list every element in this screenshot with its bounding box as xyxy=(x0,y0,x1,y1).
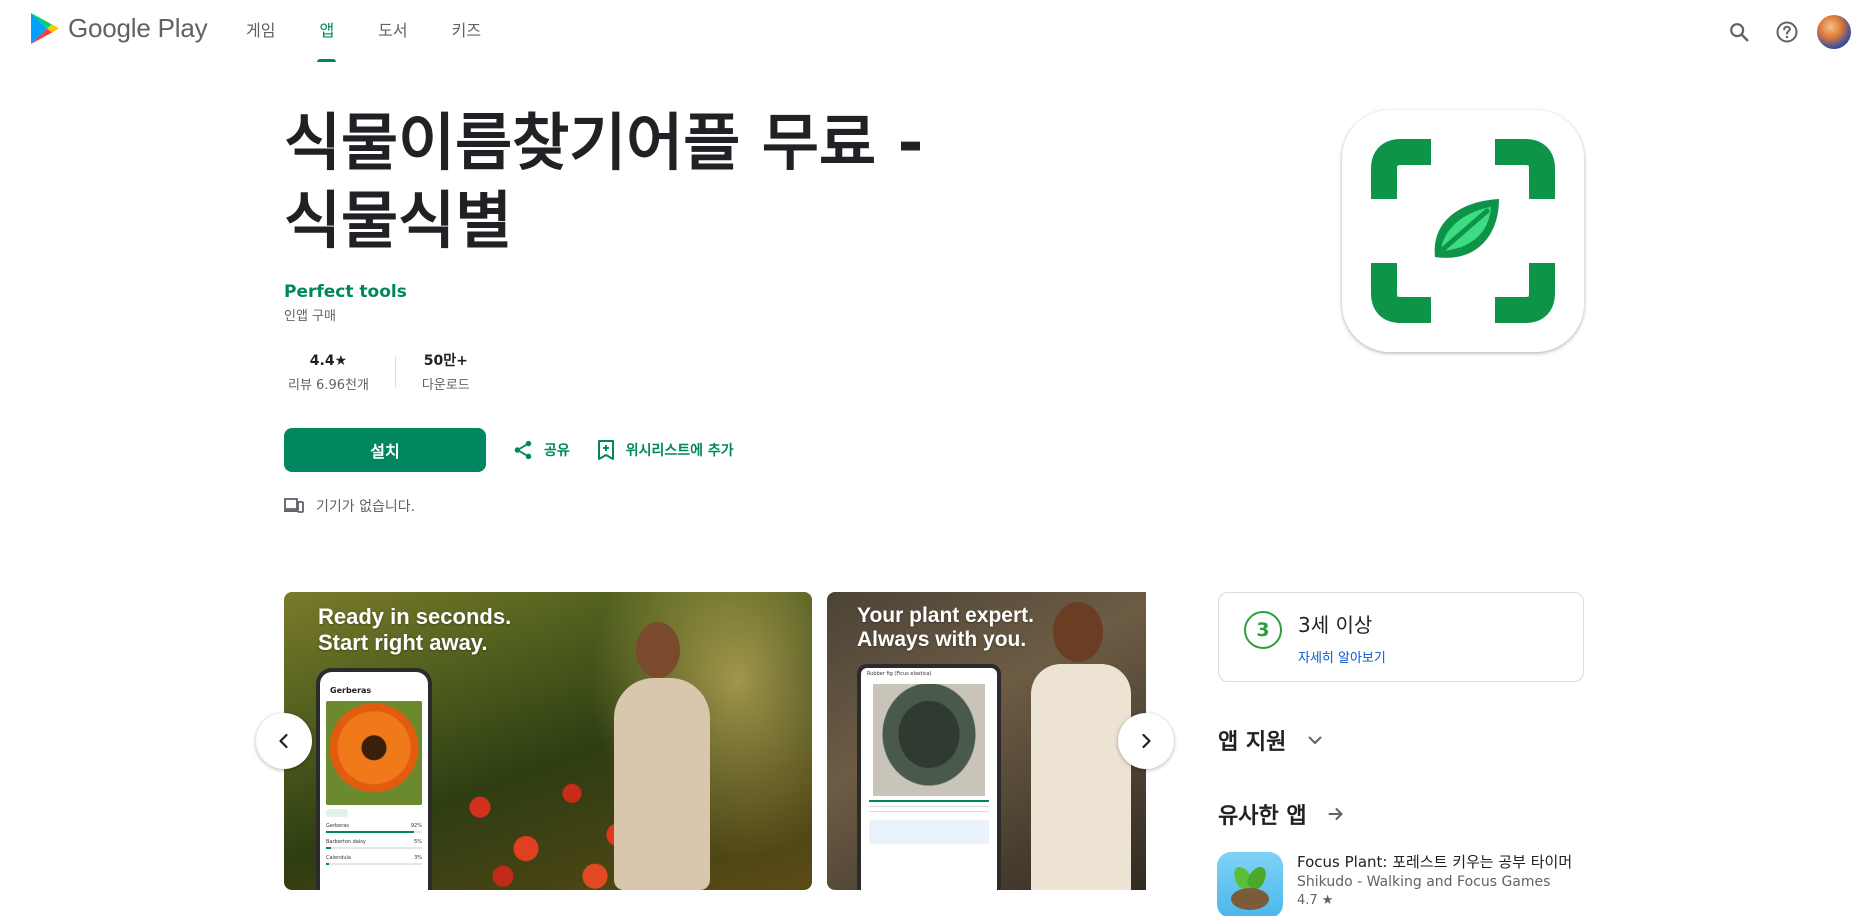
app-support-heading: 앱 지원 xyxy=(1218,730,1287,755)
nav-tab-games[interactable]: 게임 xyxy=(224,0,297,64)
in-app-purchase-note: 인앱 구매 xyxy=(284,309,336,324)
chevron-down-icon xyxy=(1308,736,1322,744)
similar-apps-section[interactable]: 유사한 앱 xyxy=(1218,798,1345,830)
match-row: Gerberas 92% xyxy=(326,823,422,829)
gerbera-photo xyxy=(326,701,422,805)
device-note: 기기가 없습니다. xyxy=(284,496,415,516)
downloads-stat: 50만+ 다운로드 xyxy=(418,350,474,393)
nav-tab-books[interactable]: 도서 xyxy=(356,0,429,64)
nav-tab-kids[interactable]: 키즈 xyxy=(430,0,503,64)
downloads-label: 다운로드 xyxy=(421,378,470,393)
header-actions xyxy=(1709,14,1851,50)
rating-stat: 4.4★ 리뷰 6.96천개 xyxy=(284,350,373,393)
content-rating-card: 3 3세 이상 자세히 알아보기 xyxy=(1218,592,1584,682)
rubber-fig-photo xyxy=(873,684,985,796)
help-icon xyxy=(1776,21,1798,43)
app-support-section[interactable]: 앱 지원 xyxy=(1218,724,1324,756)
app-icon xyxy=(1342,110,1584,352)
account-avatar[interactable] xyxy=(1817,15,1851,49)
share-icon xyxy=(514,440,532,460)
google-play-logo[interactable]: Google Play xyxy=(30,12,208,45)
match-row: Calendula 3% xyxy=(326,855,422,861)
top-app-bar: Google Play 게임 앱 도서 키즈 xyxy=(0,0,1863,64)
app-title-line1: 식물이름찾기어플 무료 - xyxy=(284,106,924,179)
similar-app-name: Focus Plant: 포레스트 키우는 공부 타이머 xyxy=(1297,853,1573,871)
similar-apps-heading: 유사한 앱 xyxy=(1218,804,1307,829)
content-rating-title: 3세 이상 xyxy=(1298,613,1373,637)
phone-plant-title: Gerberas xyxy=(330,686,372,695)
downloads-value: 50만+ xyxy=(423,353,468,369)
search-button[interactable] xyxy=(1721,14,1757,50)
play-store-icon xyxy=(31,13,59,44)
leaf-scan-icon xyxy=(1371,139,1555,323)
screenshot-2[interactable]: Your plant expert. Always with you. Rubb… xyxy=(827,592,1146,890)
developer-link[interactable]: Perfect tools xyxy=(284,282,407,302)
screenshot-2-caption: Your plant expert. Always with you. xyxy=(857,604,1034,651)
similar-app-rating: 4.7 ★ xyxy=(1297,893,1334,908)
share-label: 공유 xyxy=(544,443,570,459)
brand-name: Google Play xyxy=(68,13,208,43)
app-stats: 4.4★ 리뷰 6.96천개 50만+ 다운로드 xyxy=(284,350,474,393)
learn-more-link[interactable]: 자세히 알아보기 xyxy=(1298,647,1386,666)
app-title-line2: 식물식별 xyxy=(284,184,513,257)
phone-mockup: Gerberas Gerberas 92% Barberton daisy 5%… xyxy=(316,668,432,890)
search-icon xyxy=(1730,23,1749,42)
top-nav: 게임 앱 도서 키즈 xyxy=(224,0,503,64)
tablet-plant-title: Rubber fig (Ficus elastica) xyxy=(867,671,932,677)
app-title: 식물이름찾기어플 무료 - 식물식별 xyxy=(284,104,1044,260)
share-button[interactable]: 공유 xyxy=(512,439,570,461)
install-button[interactable]: 설치 xyxy=(284,428,486,472)
match-row: Barberton daisy 5% xyxy=(326,839,422,845)
wishlist-button[interactable]: 위시리스트에 추가 xyxy=(596,439,734,461)
screenshot-carousel[interactable]: Ready in seconds. Start right away. Gerb… xyxy=(284,592,1146,890)
tablet-mockup: Rubber fig (Ficus elastica) xyxy=(857,664,1001,890)
screenshot-1-caption: Ready in seconds. Start right away. xyxy=(318,604,512,655)
similar-app-item[interactable]: Focus Plant: 포레스트 키우는 공부 타이머 Shikudo - W… xyxy=(1217,852,1572,916)
screenshot-1[interactable]: Ready in seconds. Start right away. Gerb… xyxy=(284,592,812,890)
woman-figure xyxy=(584,622,714,890)
stat-divider xyxy=(394,355,396,388)
chevron-left-icon xyxy=(279,733,288,749)
chevron-right-icon xyxy=(1142,733,1151,749)
review-count: 리뷰 6.96천개 xyxy=(288,378,369,393)
devices-icon xyxy=(284,498,304,513)
device-note-text: 기기가 없습니다. xyxy=(316,499,416,515)
carousel-next-button[interactable] xyxy=(1118,713,1174,769)
action-row: 설치 공유 위시리스트에 추가 xyxy=(284,428,734,472)
bookmark-add-icon xyxy=(597,440,614,460)
content-rating-badge: 3 xyxy=(1244,611,1282,649)
arrow-right-icon xyxy=(1328,808,1343,820)
nav-tab-apps[interactable]: 앱 xyxy=(297,0,356,64)
wishlist-label: 위시리스트에 추가 xyxy=(625,443,734,459)
carousel-prev-button[interactable] xyxy=(256,713,312,769)
focus-plant-app-icon xyxy=(1217,852,1283,916)
help-button[interactable] xyxy=(1769,14,1805,50)
similar-app-developer: Shikudo - Walking and Focus Games xyxy=(1297,874,1551,890)
rating-value: 4.4★ xyxy=(309,353,348,369)
